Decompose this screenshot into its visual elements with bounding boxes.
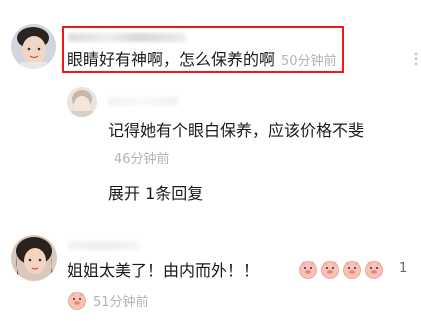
reply-text: 记得她有个眼白保养，应该价格不斐 46分钟前 bbox=[108, 117, 366, 173]
emoji-row bbox=[298, 259, 384, 279]
avatar-2[interactable] bbox=[11, 235, 57, 281]
comment-2-text: 姐姐太美了！由内而外！！ bbox=[67, 261, 260, 280]
like-count[interactable]: 1 bbox=[399, 261, 407, 276]
pig-emoji-icon bbox=[299, 261, 317, 279]
username-2[interactable] bbox=[68, 241, 140, 250]
pig-emoji-icon bbox=[321, 261, 339, 279]
reply-avatar[interactable] bbox=[67, 87, 97, 117]
pig-emoji-icon bbox=[343, 261, 361, 279]
comment-2-meta: 51分钟前 bbox=[67, 290, 149, 310]
comment-text: 眼睛好有神啊，怎么保养的啊 50分钟前 bbox=[67, 50, 337, 72]
avatar[interactable] bbox=[11, 24, 56, 69]
expand-replies-link[interactable]: 展开 1条回复 bbox=[108, 180, 203, 204]
reply-body: 记得她有个眼白保养，应该价格不斐 bbox=[108, 121, 365, 140]
comment-body: 眼睛好有神啊，怎么保养的啊 bbox=[67, 50, 276, 69]
more-icon[interactable] bbox=[400, 52, 420, 66]
reply-time: 46分钟前 bbox=[114, 152, 170, 167]
comment-time: 50分钟前 bbox=[281, 54, 337, 69]
pig-emoji-icon bbox=[68, 292, 86, 310]
pig-emoji-icon bbox=[365, 261, 383, 279]
reply-username[interactable] bbox=[108, 97, 178, 106]
comment-2-time: 51分钟前 bbox=[93, 294, 149, 310]
